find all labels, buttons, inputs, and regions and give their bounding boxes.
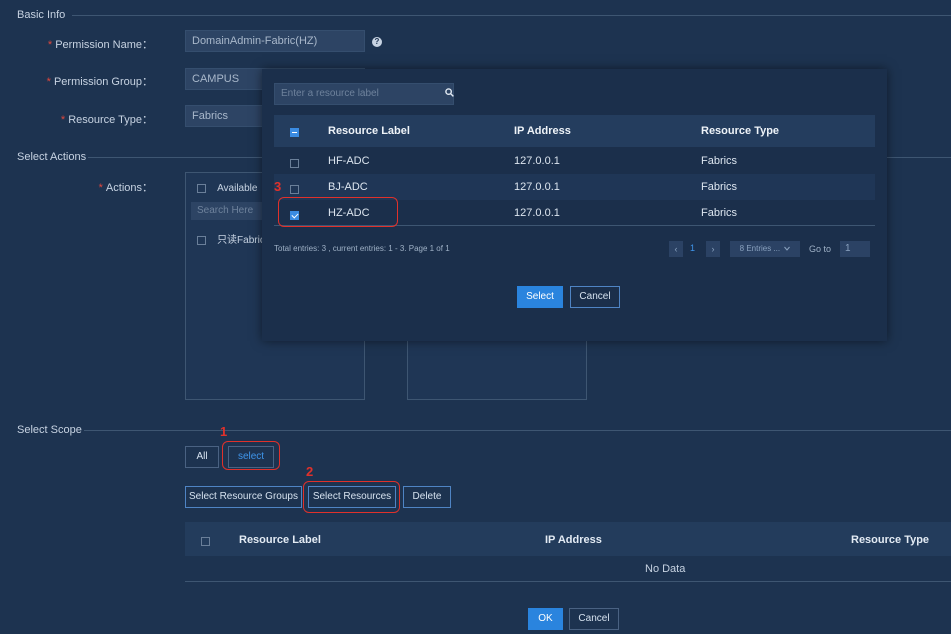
resource-type-label: * Resource Type： [60, 114, 153, 126]
annotation-number-2: 2 [306, 464, 314, 479]
scope-table-header: Resource Label IP Address Resource Type [185, 522, 951, 556]
cancel-button[interactable]: Cancel [569, 608, 619, 630]
type-cell: Fabrics [701, 207, 738, 219]
dialog-cancel-button[interactable]: Cancel [570, 286, 620, 308]
dialog-select-button[interactable]: Select [517, 286, 563, 308]
required-mark: * [60, 114, 66, 126]
column-header: IP Address [514, 125, 571, 137]
annotation-box-3 [278, 197, 398, 227]
annotation-box-1 [222, 441, 280, 470]
entries-per-page-select[interactable]: 8 Entries ... [730, 241, 800, 257]
permission-name-input[interactable]: DomainAdmin-Fabric(HZ) [185, 30, 365, 52]
permission-name-label: * Permission Name： [47, 39, 153, 51]
annotation-number-1: 1 [220, 424, 228, 439]
next-page-button[interactable]: › [706, 241, 720, 257]
column-header: Resource Label [328, 125, 410, 137]
section-title-basic-info: Basic Info [17, 9, 66, 21]
scope-table-empty-row: No Data [185, 556, 951, 582]
scope-all-button[interactable]: All [185, 446, 219, 468]
required-mark: * [98, 182, 103, 194]
column-header: Resource Label [239, 534, 321, 546]
modal-table-header: Resource Label IP Address Resource Type [274, 115, 875, 147]
search-icon[interactable] [445, 88, 454, 97]
resource-label-cell: HF-ADC [328, 155, 370, 167]
select-all-checkbox[interactable] [197, 183, 206, 193]
column-header: Resource Type [851, 534, 930, 546]
modal-select-all-checkbox[interactable] [290, 127, 299, 137]
goto-page-input[interactable]: 1 [840, 241, 870, 257]
select-resource-groups-button[interactable]: Select Resource Groups [185, 486, 302, 508]
section-divider [72, 15, 951, 16]
type-cell: Fabrics [701, 155, 738, 167]
section-title-select-actions: Select Actions [17, 151, 87, 163]
type-cell: Fabrics [701, 181, 738, 193]
no-data-text: No Data [645, 563, 686, 575]
section-divider [84, 430, 951, 431]
header-checkbox-wrap [201, 535, 210, 547]
help-icon[interactable]: ? [372, 37, 382, 47]
available-header: Available [197, 182, 257, 194]
required-mark: * [47, 39, 53, 51]
goto-label: Go to [809, 244, 832, 254]
ip-cell: 127.0.0.1 [514, 207, 560, 219]
select-resources-dialog: Enter a resource label Resource Label IP… [262, 69, 887, 341]
header-checkbox[interactable] [201, 536, 210, 546]
column-header: Resource Type [701, 125, 780, 137]
resource-label-search-input[interactable]: Enter a resource label [274, 83, 454, 105]
row-checkbox[interactable] [290, 158, 299, 168]
current-page[interactable]: 1 [690, 243, 695, 253]
delete-button[interactable]: Delete [403, 486, 451, 508]
annotation-number-3: 3 [274, 179, 282, 194]
ok-button[interactable]: OK [528, 608, 563, 630]
table-row[interactable]: HF-ADC 127.0.0.1 Fabrics [274, 148, 875, 174]
prev-page-button[interactable]: ‹ [669, 241, 683, 257]
permission-group-label: * Permission Group： [46, 76, 153, 88]
ip-cell: 127.0.0.1 [514, 181, 560, 193]
action-checkbox[interactable] [197, 235, 206, 245]
chevron-down-icon [784, 247, 791, 252]
row-checkbox[interactable] [290, 184, 299, 194]
resource-label-cell: BJ-ADC [328, 181, 368, 193]
required-mark: * [46, 76, 51, 88]
pagination-summary: Total entries: 3 , current entries: 1 - … [274, 244, 450, 253]
section-title-select-scope: Select Scope [17, 424, 82, 436]
actions-label: * Actions： [98, 182, 153, 194]
column-header: IP Address [545, 534, 602, 546]
annotation-box-2 [303, 481, 400, 513]
ip-cell: 127.0.0.1 [514, 155, 560, 167]
action-list-item[interactable]: 只读Fabrics [197, 231, 270, 246]
